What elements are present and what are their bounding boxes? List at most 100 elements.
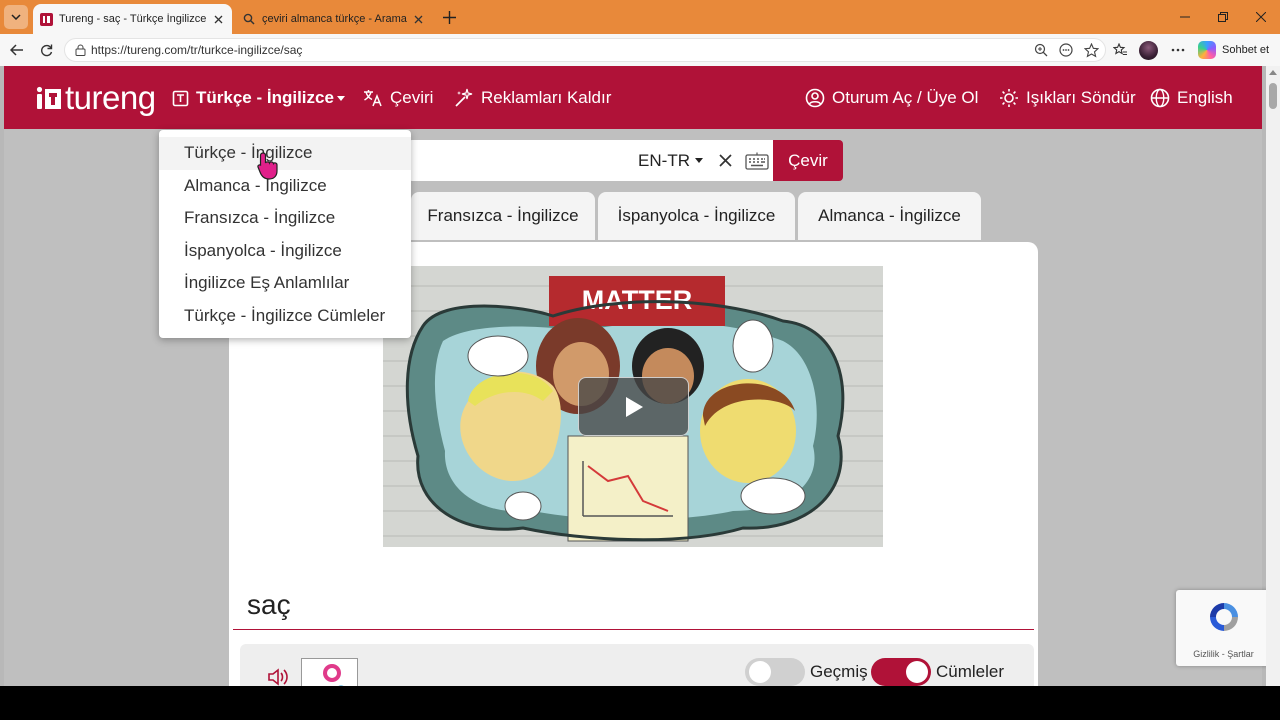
address-bar[interactable]: https://tureng.com/tr/turkce-ingilizce/s… <box>64 38 1106 62</box>
chevron-down-icon <box>11 14 21 20</box>
new-tab-button[interactable] <box>439 7 459 27</box>
hand-cursor-icon <box>257 152 278 180</box>
dropdown-item-turkish-english[interactable]: Türkçe - İngilizce <box>159 137 411 170</box>
divider <box>233 629 1034 630</box>
caret-down-icon <box>336 95 345 101</box>
video-sign-text: MATTER <box>582 285 692 315</box>
scrollbar-thumb[interactable] <box>1269 83 1277 109</box>
nav-translate[interactable]: Çeviri <box>363 85 433 111</box>
recaptcha-links[interactable]: Gizlilik - Şartlar <box>1176 649 1271 659</box>
caret-down-icon <box>695 158 703 163</box>
nav-remove-ads-label: Reklamları Kaldır <box>481 88 612 107</box>
history-label: Geçmiş <box>810 662 868 681</box>
minimize-icon <box>1180 16 1190 18</box>
browser-tab-tureng[interactable]: Tureng - saç - Türkçe İngilizce Sözlük <box>33 4 232 34</box>
language-tabs: Fransızca - İngilizce İspanyolca - İngil… <box>411 192 984 240</box>
virtual-keyboard-button[interactable] <box>743 149 771 173</box>
close-icon[interactable] <box>410 11 426 27</box>
options-bar: Geçmiş Cümleler <box>240 644 1034 686</box>
keyboard-icon <box>745 152 769 170</box>
translate-icon <box>364 90 382 107</box>
sentences-label: Cümleler <box>936 662 1005 681</box>
dropdown-item-french-english[interactable]: Fransızca - İngilizce <box>159 202 411 235</box>
nav-login[interactable]: Oturum Aç / Üye Ol <box>805 85 978 111</box>
read-aloud-icon[interactable] <box>1055 39 1077 61</box>
play-icon <box>625 396 643 417</box>
sentences-toggle[interactable]: Cümleler <box>871 657 1004 686</box>
language-pair-select[interactable]: EN-TR <box>638 151 703 171</box>
logo-text: tureng <box>65 79 156 116</box>
user-circle-icon <box>805 88 825 108</box>
tab-title: çeviri almanca türkçe - Arama <box>262 13 407 25</box>
dropdown-item-english-synonyms[interactable]: İngilizce Eş Anlamlılar <box>159 267 411 300</box>
nav-translate-label: Çeviri <box>390 88 434 107</box>
sparkle-wand-icon <box>455 88 473 107</box>
recaptcha-badge[interactable]: Gizlilik - Şartlar <box>1176 590 1271 666</box>
copilot-icon <box>1198 41 1216 59</box>
favorite-star-icon[interactable] <box>1080 39 1102 61</box>
arrow-left-icon <box>10 44 23 56</box>
tureng-logo[interactable]: tureng <box>36 81 156 115</box>
reload-icon <box>40 44 52 56</box>
browser-tab-search[interactable]: çeviri almanca türkçe - Arama <box>236 4 432 34</box>
nav-lights-off[interactable]: Işıkları Söndür <box>999 85 1136 111</box>
dictionary-dropdown-menu: Türkçe - İngilizce Almanca - İngilizce F… <box>159 130 411 338</box>
sentences-switch[interactable] <box>871 658 931 686</box>
profile-avatar[interactable] <box>1139 41 1158 60</box>
site-info-icon[interactable] <box>69 39 91 61</box>
scroll-up-arrow-icon[interactable] <box>1269 70 1277 75</box>
tab-spanish-english[interactable]: İspanyolca - İngilizce <box>598 192 795 240</box>
dropdown-item-turkish-english-sentences[interactable]: Türkçe - İngilizce Cümleler <box>159 300 411 333</box>
play-button[interactable] <box>578 377 689 436</box>
history-switch[interactable] <box>745 658 805 686</box>
close-icon <box>718 154 732 167</box>
web-page: tureng Türkçe - İngilizce Çeviri Reklaml… <box>0 66 1280 686</box>
browser-toolbar: https://tureng.com/tr/turkce-ingilizce/s… <box>0 34 1280 66</box>
nav-language[interactable]: English <box>1150 85 1233 111</box>
translate-submit-button[interactable]: Çevir <box>773 140 843 181</box>
nav-login-label: Oturum Aç / Üye Ol <box>832 88 979 107</box>
tab-german-english[interactable]: Almanca - İngilizce <box>798 192 981 240</box>
page-scrollbar[interactable] <box>1266 66 1280 686</box>
clear-search-button[interactable] <box>713 149 737 173</box>
tureng-logo-icon <box>36 86 61 109</box>
back-button[interactable] <box>6 39 28 61</box>
dictionary-menu-label: Türkçe - İngilizce <box>196 88 334 107</box>
restore-button[interactable] <box>1204 0 1242 34</box>
copilot-label: Sohbet et <box>1222 44 1270 56</box>
favorites-icon[interactable] <box>1109 39 1131 61</box>
search-icon <box>242 12 256 26</box>
pronunciation-button[interactable] <box>266 664 292 686</box>
window-controls <box>1166 0 1280 34</box>
history-toggle[interactable]: Geçmiş <box>745 657 868 686</box>
search-input[interactable]: EN-TR <box>408 140 773 181</box>
word-image-thumbnail[interactable] <box>301 658 358 686</box>
search-bar: EN-TR Çevir <box>408 140 843 181</box>
nav-language-label: English <box>1177 88 1233 107</box>
dropdown-item-german-english[interactable]: Almanca - İngilizce <box>159 170 411 203</box>
close-window-button[interactable] <box>1242 0 1280 34</box>
minimize-button[interactable] <box>1166 0 1204 34</box>
plus-icon <box>442 10 456 24</box>
restore-icon <box>1218 12 1228 22</box>
url-text: https://tureng.com/tr/turkce-ingilizce/s… <box>91 43 303 57</box>
dropdown-item-spanish-english[interactable]: İspanyolca - İngilizce <box>159 235 411 268</box>
screen-bottom-bar <box>0 686 1280 720</box>
recaptcha-icon <box>1210 603 1238 631</box>
nav-remove-ads[interactable]: Reklamları Kaldır <box>454 85 611 111</box>
more-options-icon[interactable] <box>1167 39 1189 61</box>
video-player[interactable]: MATTER <box>383 266 883 547</box>
close-icon[interactable] <box>210 11 226 27</box>
tab-french-english[interactable]: Fransızca - İngilizce <box>411 192 595 240</box>
toggle-knob <box>906 661 928 683</box>
copilot-button[interactable]: Sohbet et <box>1198 40 1269 60</box>
close-icon <box>1256 12 1266 22</box>
dictionary-menu-button[interactable]: Türkçe - İngilizce <box>172 85 345 111</box>
zoom-icon[interactable] <box>1030 39 1052 61</box>
sun-icon <box>1000 89 1018 107</box>
reload-button[interactable] <box>35 39 57 61</box>
toggle-knob <box>749 661 771 683</box>
speaker-icon <box>268 668 288 686</box>
tab-actions-button[interactable] <box>4 5 28 29</box>
tureng-favicon-icon <box>39 12 53 26</box>
